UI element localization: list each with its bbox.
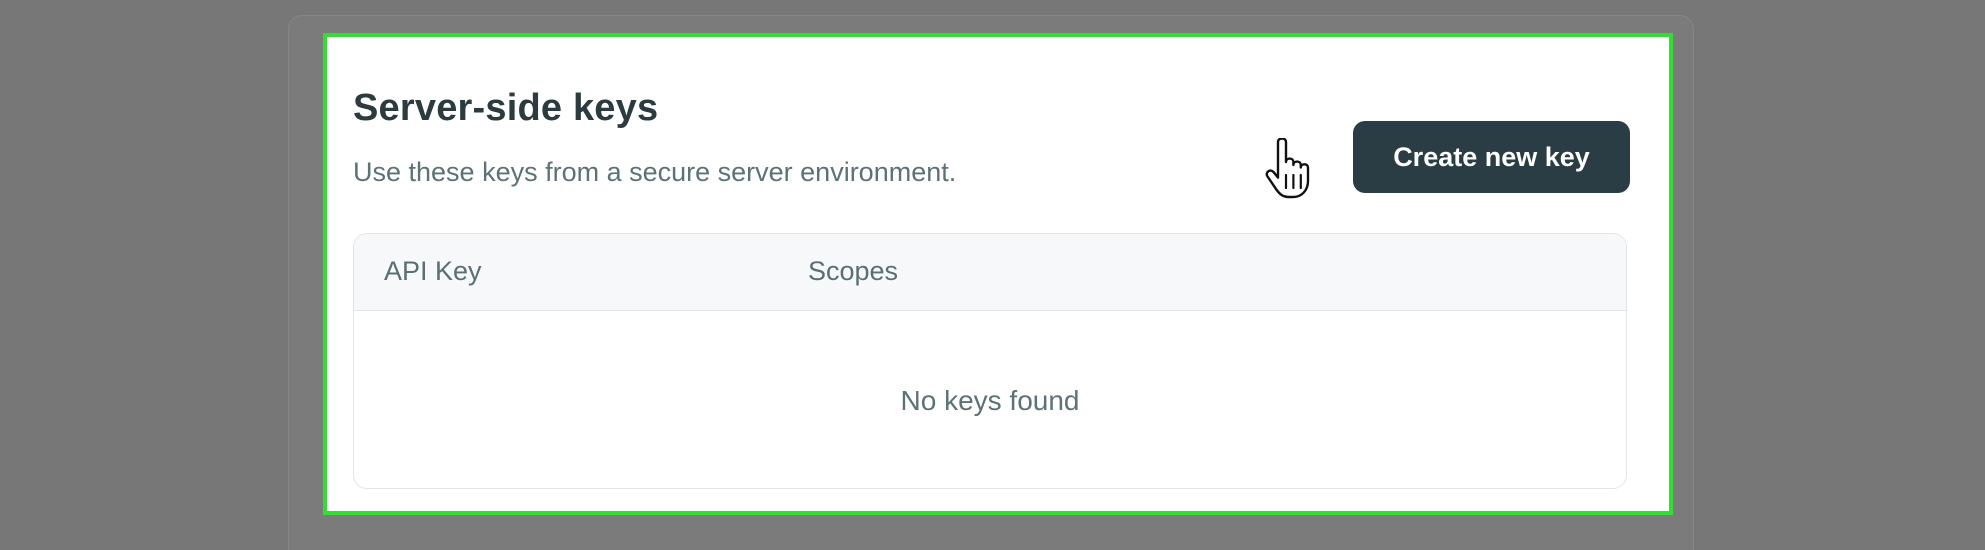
empty-state: No keys found — [900, 384, 1080, 416]
table-header: API Key Scopes — [354, 234, 1626, 311]
server-side-keys-panel: Server-side keys Use these keys from a s… — [327, 37, 1669, 511]
hand-pointer-icon — [1265, 138, 1310, 199]
api-keys-table: API Key Scopes No keys found — [353, 233, 1627, 489]
section-title: Server-side keys — [353, 87, 659, 129]
create-new-key-button[interactable]: Create new key — [1353, 121, 1630, 193]
column-header-api-key: API Key — [384, 256, 482, 286]
column-header-scopes: Scopes — [808, 256, 899, 286]
highlighted-region: Server-side keys Use these keys from a s… — [323, 33, 1673, 515]
section-description: Use these keys from a secure server envi… — [353, 157, 957, 187]
